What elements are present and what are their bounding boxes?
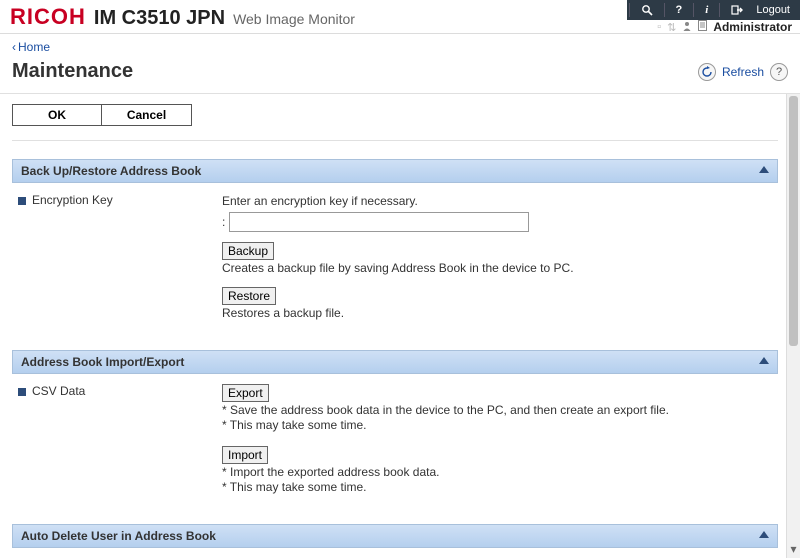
page-help-icon[interactable]: ? [770, 63, 788, 81]
section-body-backup-restore: Encryption Key Enter an encryption key i… [12, 183, 778, 350]
logout-link[interactable]: Logout [752, 4, 800, 16]
bullet-icon [18, 388, 26, 396]
collapse-icon[interactable] [759, 531, 769, 538]
export-button[interactable]: Export [222, 384, 269, 402]
brand-logo: RICOH [10, 4, 86, 30]
section-body-import-export: CSV Data Export * Save the address book … [12, 374, 778, 524]
help-icon[interactable]: ? [667, 4, 692, 16]
collapse-icon[interactable] [759, 166, 769, 173]
colon-label: : [222, 215, 225, 229]
import-desc-1: * Import the exported address book data. [222, 465, 772, 479]
cancel-button[interactable]: Cancel [102, 104, 192, 126]
breadcrumb-home-link[interactable]: Home [18, 40, 50, 54]
user-icon[interactable] [682, 21, 692, 34]
breadcrumb: ‹Home [0, 34, 800, 58]
current-user: Administrator [713, 20, 792, 34]
refresh-icon[interactable] [698, 63, 716, 81]
restore-desc: Restores a backup file. [222, 306, 772, 320]
import-button[interactable]: Import [222, 446, 268, 464]
app-name: Web Image Monitor [233, 11, 355, 27]
refresh-link[interactable]: Refresh [722, 65, 764, 79]
page-title: Maintenance [12, 60, 133, 83]
restore-button[interactable]: Restore [222, 287, 276, 305]
top-bar: RICOH IM C3510 JPN Web Image Monitor ? i… [0, 0, 800, 34]
export-desc-2: * This may take some time. [222, 418, 772, 432]
breadcrumb-back-icon[interactable]: ‹ [12, 40, 16, 54]
encryption-key-label: Encryption Key [32, 193, 222, 207]
top-right-light-strip: ▫ ⇅ Administrator [657, 20, 800, 34]
import-desc-2: * This may take some time. [222, 480, 772, 494]
title-bar: Maintenance Refresh ? [0, 58, 800, 94]
model-name: IM C3510 JPN [94, 7, 225, 30]
section-header-backup-restore: Back Up/Restore Address Book [12, 159, 778, 183]
ok-button[interactable]: OK [12, 104, 102, 126]
logout-icon[interactable] [722, 4, 752, 16]
printer-icon[interactable]: ▫ [657, 21, 661, 33]
backup-desc: Creates a backup file by saving Address … [222, 261, 772, 275]
encryption-hint: Enter an encryption key if necessary. [222, 194, 772, 208]
bullet-icon [18, 197, 26, 205]
section-header-import-export: Address Book Import/Export [12, 350, 778, 374]
section-header-auto-delete: Auto Delete User in Address Book [12, 524, 778, 548]
info-icon[interactable]: i [696, 4, 717, 16]
section-title: Auto Delete User in Address Book [21, 529, 216, 543]
content-area: OK Cancel Back Up/Restore Address Book E… [0, 94, 800, 558]
backup-button[interactable]: Backup [222, 242, 274, 260]
top-right-dark-strip: ? i Logout [627, 0, 800, 20]
csv-data-label: CSV Data [32, 384, 222, 398]
section-title: Address Book Import/Export [21, 355, 184, 369]
network-icon[interactable]: ⇅ [667, 21, 676, 34]
document-icon[interactable] [698, 20, 707, 34]
section-title: Back Up/Restore Address Book [21, 164, 201, 178]
action-button-row: OK Cancel [12, 104, 778, 126]
collapse-icon[interactable] [759, 357, 769, 364]
export-desc-1: * Save the address book data in the devi… [222, 403, 772, 417]
scroll-down-icon[interactable]: ▾ [789, 542, 798, 556]
search-icon[interactable] [632, 4, 662, 16]
divider [12, 140, 778, 141]
vertical-scrollbar[interactable]: ▾ [786, 94, 800, 558]
encryption-key-input[interactable] [229, 212, 529, 232]
scrollbar-thumb[interactable] [789, 96, 798, 346]
